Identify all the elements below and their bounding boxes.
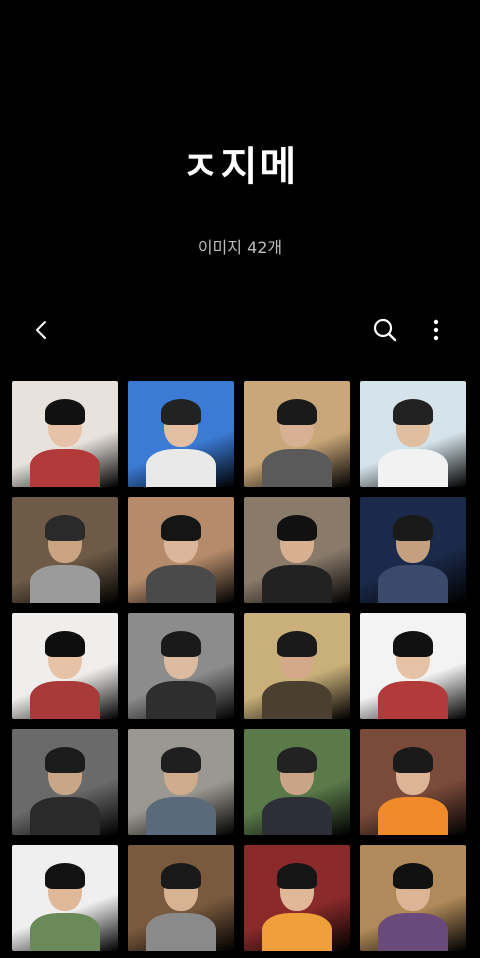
photo-thumbnail[interactable] [360, 381, 466, 487]
photo-thumbnail[interactable] [12, 497, 118, 603]
person-body [262, 681, 332, 719]
person-body [30, 565, 100, 603]
person-hair [45, 515, 85, 541]
person-body [262, 913, 332, 951]
photo-thumbnail[interactable] [360, 729, 466, 835]
photo-thumbnail[interactable] [128, 845, 234, 951]
photo-thumbnail[interactable] [244, 845, 350, 951]
person-body [262, 565, 332, 603]
person-hair [161, 631, 201, 657]
person-hair [161, 863, 201, 889]
person-body [378, 681, 448, 719]
photo-thumbnail[interactable] [12, 381, 118, 487]
person-body [30, 681, 100, 719]
photo-grid [12, 381, 468, 951]
toolbar [0, 306, 480, 354]
person-body [146, 565, 216, 603]
more-options-button[interactable] [416, 310, 456, 350]
album-header: ㅈ지메 이미지 42개 [0, 0, 480, 300]
photo-thumbnail[interactable] [360, 497, 466, 603]
person-body [30, 913, 100, 951]
person-body [262, 449, 332, 487]
more-vertical-icon [432, 318, 440, 342]
person-hair [393, 515, 433, 541]
photo-thumbnail[interactable] [244, 729, 350, 835]
photo-thumbnail[interactable] [244, 613, 350, 719]
person-body [262, 797, 332, 835]
photo-thumbnail[interactable] [244, 381, 350, 487]
person-body [146, 449, 216, 487]
person-body [378, 913, 448, 951]
person-body [146, 913, 216, 951]
person-hair [393, 747, 433, 773]
person-hair [393, 399, 433, 425]
photo-thumbnail[interactable] [128, 729, 234, 835]
photo-thumbnail[interactable] [12, 729, 118, 835]
person-hair [277, 399, 317, 425]
person-body [378, 797, 448, 835]
person-hair [45, 747, 85, 773]
person-body [30, 797, 100, 835]
person-hair [45, 631, 85, 657]
person-body [378, 565, 448, 603]
person-body [378, 449, 448, 487]
photo-thumbnail[interactable] [128, 381, 234, 487]
photo-thumbnail[interactable] [244, 497, 350, 603]
person-hair [277, 863, 317, 889]
person-hair [277, 631, 317, 657]
person-hair [161, 747, 201, 773]
person-hair [277, 515, 317, 541]
photo-thumbnail[interactable] [12, 845, 118, 951]
person-hair [45, 863, 85, 889]
person-hair [393, 863, 433, 889]
search-icon [372, 317, 398, 343]
person-hair [161, 399, 201, 425]
person-body [146, 797, 216, 835]
person-hair [393, 631, 433, 657]
photo-thumbnail[interactable] [360, 845, 466, 951]
person-hair [277, 747, 317, 773]
back-button[interactable] [22, 310, 62, 350]
person-hair [45, 399, 85, 425]
photo-thumbnail[interactable] [12, 613, 118, 719]
photo-thumbnail[interactable] [128, 613, 234, 719]
person-body [30, 449, 100, 487]
album-image-count: 이미지 42개 [197, 238, 283, 257]
back-arrow-icon [30, 318, 54, 342]
search-button[interactable] [365, 310, 405, 350]
person-body [146, 681, 216, 719]
album-title: ㅈ지메 [181, 144, 299, 190]
person-hair [161, 515, 201, 541]
photo-thumbnail[interactable] [360, 613, 466, 719]
photo-thumbnail[interactable] [128, 497, 234, 603]
